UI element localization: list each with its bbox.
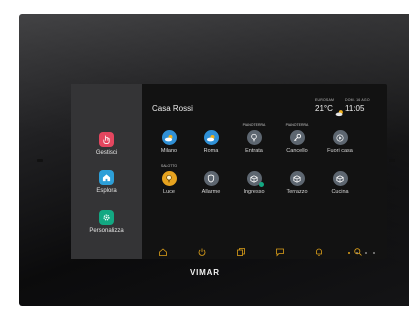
clock-time: 11:05	[345, 104, 365, 113]
tile-label: Roma	[203, 148, 219, 154]
cube-icon	[289, 171, 305, 186]
cube-icon	[246, 171, 264, 187]
date-label: DOM. 16 AGO	[345, 98, 370, 102]
tile-fuori-casa[interactable]: Fuori casa	[320, 130, 360, 154]
key-icon	[289, 130, 305, 145]
lightbulb-icon	[246, 130, 262, 145]
tile-luce[interactable]: SALOTTO Luce	[149, 164, 189, 195]
cube-icon	[332, 171, 348, 186]
tile-label: Fuori casa	[327, 148, 353, 154]
sidebar-item-label: Gestisci	[95, 150, 118, 156]
tile-label: Ingresso	[243, 189, 265, 195]
sidebar-item-gestisci[interactable]: Gestisci	[71, 132, 142, 157]
sidebar-item-personalizza[interactable]: Personalizza	[71, 210, 142, 235]
copy-icon[interactable]	[236, 244, 246, 256]
search-icon[interactable]	[353, 244, 363, 256]
weather-icon	[161, 130, 177, 145]
tile-label: Terrazzo	[286, 189, 308, 195]
tile-label: Milano	[160, 148, 178, 154]
tile-allarme[interactable]: Allarme	[191, 171, 231, 195]
sidebar-item-label: Esplora	[96, 188, 117, 194]
tile-terrazzo[interactable]: Terrazzo	[277, 171, 317, 195]
tile-sublabel: PIANOTERRA	[242, 123, 266, 127]
weather-widget[interactable]: EUROSAM DOM. 16 AGO 21°C 11:05	[313, 98, 373, 118]
tile-label: Luce	[163, 189, 175, 195]
hand-pointer-icon	[99, 132, 114, 147]
chat-icon[interactable]	[275, 244, 285, 257]
screen: Gestisci Esplora Personalizza Casa Rossi…	[71, 84, 387, 259]
sidebar-item-label: Personalizza	[89, 228, 124, 234]
tile-cucina[interactable]: Cucina	[320, 171, 360, 195]
panel-device: Gestisci Esplora Personalizza Casa Rossi…	[19, 14, 409, 306]
home-icon[interactable]	[158, 244, 168, 256]
power-icon[interactable]	[197, 244, 207, 256]
tile-sublabel: SALOTTO	[160, 164, 178, 168]
sidebar-item-esplora[interactable]: Esplora	[71, 170, 142, 195]
page-title: Casa Rossi	[152, 104, 193, 113]
tile-ingresso[interactable]: Ingresso	[234, 171, 274, 195]
house-icon	[99, 170, 114, 185]
partly-cloudy-icon	[335, 104, 344, 122]
status-badge	[258, 182, 264, 187]
tile-cancello[interactable]: PIANOTERRA Cancello	[277, 123, 317, 154]
bell-icon[interactable]	[314, 244, 324, 256]
lightbulb-icon	[161, 171, 177, 186]
gear-icon	[99, 210, 114, 225]
bottom-nav	[142, 244, 387, 258]
tile-label: Cancello	[286, 148, 308, 154]
tile-label: Allarme	[201, 189, 221, 195]
right-sensor	[389, 159, 395, 162]
temperature-value: 21°C	[315, 104, 333, 113]
tile-label: Cucina	[331, 189, 349, 195]
tile-sublabel: PIANOTERRA	[285, 123, 309, 127]
tile-roma[interactable]: Roma	[191, 130, 231, 154]
sidebar: Gestisci Esplora Personalizza	[71, 84, 142, 259]
left-sensor	[37, 159, 43, 162]
tile-entrata[interactable]: PIANOTERRA Entrata	[234, 123, 274, 154]
play-icon	[332, 130, 348, 145]
shield-icon	[203, 171, 219, 186]
weather-location: EUROSAM	[315, 98, 335, 102]
brand-logo: VIMAR	[190, 268, 220, 277]
tile-label: Entrata	[245, 148, 263, 154]
weather-icon	[203, 130, 219, 145]
tile-milano[interactable]: Milano	[149, 130, 189, 154]
